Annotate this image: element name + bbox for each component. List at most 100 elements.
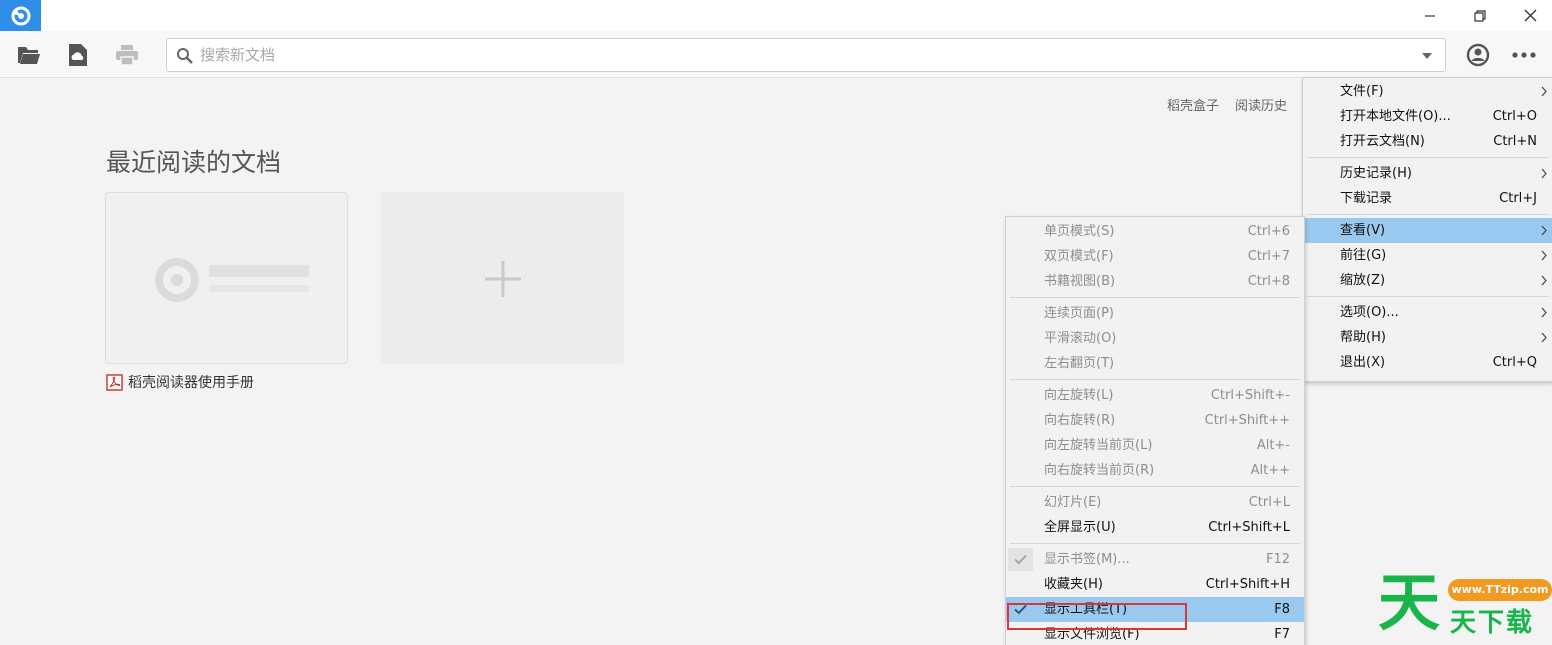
menu-item-shortcut: Ctrl+Shift+H (1205, 577, 1290, 592)
recent-doc-item[interactable]: 稻壳阅读器使用手册 (106, 372, 254, 392)
menu-item-history[interactable]: 历史记录(H) (1303, 161, 1552, 186)
submenu-item-fullscreen[interactable]: 全屏显示(U) Ctrl+Shift+L (1006, 515, 1304, 540)
submenu-item-continuous[interactable]: 连续页面(P) (1006, 301, 1304, 326)
menu-item-label: 书籍视图(B) (1044, 274, 1116, 289)
menu-item-label: 收藏夹(H) (1044, 577, 1103, 592)
submenu-item-rotate-right[interactable]: 向右旋转(R) Ctrl+Shift++ (1006, 408, 1304, 433)
menu-item-shortcut: Ctrl+Shift+- (1210, 388, 1290, 403)
view-submenu: 单页模式(S) Ctrl+6 双页模式(F) Ctrl+7 书籍视图(B) Ctrl+… (1005, 216, 1305, 645)
watermark-text: 天下载 (1450, 608, 1535, 638)
submenu-item-rotate-left[interactable]: 向左旋转(L) Ctrl+Shift+- (1006, 383, 1304, 408)
menu-item-label: 显示书签(M)... (1044, 552, 1130, 567)
menu-item-label: 帮助(H) (1340, 330, 1386, 345)
more-icon[interactable] (1510, 42, 1538, 68)
menu-item-shortcut: Ctrl+L (1248, 495, 1290, 510)
submenu-item-single-page[interactable]: 单页模式(S) Ctrl+6 (1006, 219, 1304, 244)
menu-item-label: 缩放(Z) (1340, 273, 1386, 288)
cloud-upload-icon[interactable] (65, 42, 91, 68)
chevron-right-icon (1541, 332, 1547, 343)
menu-separator (1010, 486, 1300, 487)
menu-item-label: 查看(V) (1340, 223, 1386, 238)
recent-doc-card[interactable] (105, 192, 348, 364)
toolbar (0, 31, 1552, 78)
chevron-right-icon (1541, 225, 1547, 236)
folder-open-icon[interactable] (16, 42, 42, 68)
menu-item-shortcut: Ctrl+Shift++ (1204, 413, 1290, 428)
menu-item-label: 左右翻页(T) (1044, 356, 1115, 371)
submenu-item-rotate-page-right[interactable]: 向右旋转当前页(R) Alt++ (1006, 458, 1304, 483)
menu-item-shortcut: F12 (1265, 552, 1290, 567)
account-icon[interactable] (1465, 42, 1491, 68)
link-daoke-box[interactable]: 稻壳盒子 (1167, 99, 1219, 114)
submenu-item-show-bookmarks[interactable]: 显示书签(M)... F12 (1006, 547, 1304, 572)
main-menu: 文件(F) 打开本地文件(O)... Ctrl+O 打开云文档(N) Ctrl+N … (1302, 77, 1552, 382)
menu-item-exit[interactable]: 退出(X) Ctrl+Q (1303, 350, 1552, 375)
printer-icon[interactable] (114, 42, 140, 68)
check-icon (1008, 548, 1033, 571)
submenu-item-favorites[interactable]: 收藏夹(H) Ctrl+Shift+H (1006, 572, 1304, 597)
minimize-icon[interactable] (1407, 0, 1453, 31)
submenu-item-book-view[interactable]: 书籍视图(B) Ctrl+8 (1006, 269, 1304, 294)
menu-separator (1010, 379, 1300, 380)
top-links: 稻壳盒子 阅读历史 (1167, 95, 1302, 114)
menu-item-downloads[interactable]: 下载记录 Ctrl+J (1303, 186, 1552, 211)
add-doc-card[interactable] (381, 192, 624, 364)
menu-item-label: 文件(F) (1340, 84, 1384, 99)
menu-item-shortcut: F8 (1274, 602, 1290, 617)
watermark-big-char: 天 (1378, 566, 1441, 639)
menu-item-label: 显示文件浏览(F) (1044, 627, 1140, 642)
menu-separator (1307, 296, 1549, 297)
menu-item-view[interactable]: 查看(V) (1303, 218, 1552, 243)
menu-item-file[interactable]: 文件(F) (1303, 79, 1552, 104)
submenu-item-double-page[interactable]: 双页模式(F) Ctrl+7 (1006, 244, 1304, 269)
menu-item-goto[interactable]: 前往(G) (1303, 243, 1552, 268)
menu-item-label: 打开云文档(N) (1340, 134, 1425, 149)
menu-item-shortcut: Ctrl+6 (1247, 224, 1290, 239)
restore-icon[interactable] (1457, 0, 1503, 31)
chevron-right-icon (1541, 86, 1547, 97)
daoke-logo-icon (155, 258, 309, 302)
submenu-item-slideshow[interactable]: 幻灯片(E) Ctrl+L (1006, 490, 1304, 515)
menu-item-label: 打开本地文件(O)... (1340, 109, 1451, 124)
chevron-right-icon (1541, 275, 1547, 286)
check-icon (1008, 598, 1033, 621)
menu-item-shortcut: Ctrl+Shift+L (1208, 520, 1290, 535)
menu-item-label: 向右旋转当前页(R) (1044, 463, 1155, 478)
daoke-logo-icon[interactable] (0, 0, 41, 31)
close-icon[interactable] (1507, 0, 1552, 31)
menu-item-open-local[interactable]: 打开本地文件(O)... Ctrl+O (1303, 104, 1552, 129)
menu-item-zoom[interactable]: 缩放(Z) (1303, 268, 1552, 293)
menu-item-shortcut: Ctrl+7 (1247, 249, 1290, 264)
search-box[interactable] (166, 38, 1446, 72)
menu-item-label: 显示工具栏(T) (1044, 602, 1128, 617)
submenu-item-smooth-scroll[interactable]: 平滑滚动(O) (1006, 326, 1304, 351)
chevron-right-icon (1541, 250, 1547, 261)
menu-item-label: 选项(O)... (1340, 305, 1399, 320)
search-input[interactable] (200, 43, 1390, 67)
menu-separator (1010, 297, 1300, 298)
link-reading-history[interactable]: 阅读历史 (1235, 99, 1287, 114)
menu-item-shortcut: Ctrl+8 (1247, 274, 1290, 289)
chevron-right-icon (1541, 168, 1547, 179)
menu-item-shortcut: Alt+- (1256, 438, 1290, 453)
menu-item-open-cloud[interactable]: 打开云文档(N) Ctrl+N (1303, 129, 1552, 154)
menu-item-shortcut: Ctrl+Q (1492, 355, 1537, 370)
menu-item-label: 向左旋转(L) (1044, 388, 1114, 403)
plus-icon (485, 261, 521, 297)
submenu-item-show-toolbar[interactable]: 显示工具栏(T) F8 (1006, 597, 1304, 622)
chevron-down-icon[interactable] (1421, 51, 1433, 61)
menu-item-help[interactable]: 帮助(H) (1303, 325, 1552, 350)
menu-item-label: 全屏显示(U) (1044, 520, 1116, 535)
menu-item-options[interactable]: 选项(O)... (1303, 300, 1552, 325)
submenu-item-show-file-browser[interactable]: 显示文件浏览(F) F7 (1006, 622, 1304, 645)
menu-item-shortcut: F7 (1274, 627, 1290, 642)
menu-item-label: 平滑滚动(O) (1044, 331, 1117, 346)
menu-item-label: 前往(G) (1340, 248, 1387, 263)
recent-doc-label: 稻壳阅读器使用手册 (128, 375, 254, 391)
submenu-item-horizontal-flip[interactable]: 左右翻页(T) (1006, 351, 1304, 376)
submenu-item-rotate-page-left[interactable]: 向左旋转当前页(L) Alt+- (1006, 433, 1304, 458)
menu-item-shortcut: Ctrl+J (1499, 191, 1537, 206)
page-title: 最近阅读的文档 (106, 148, 282, 177)
menu-item-label: 双页模式(F) (1044, 249, 1114, 264)
menu-item-shortcut: Ctrl+N (1493, 134, 1537, 149)
